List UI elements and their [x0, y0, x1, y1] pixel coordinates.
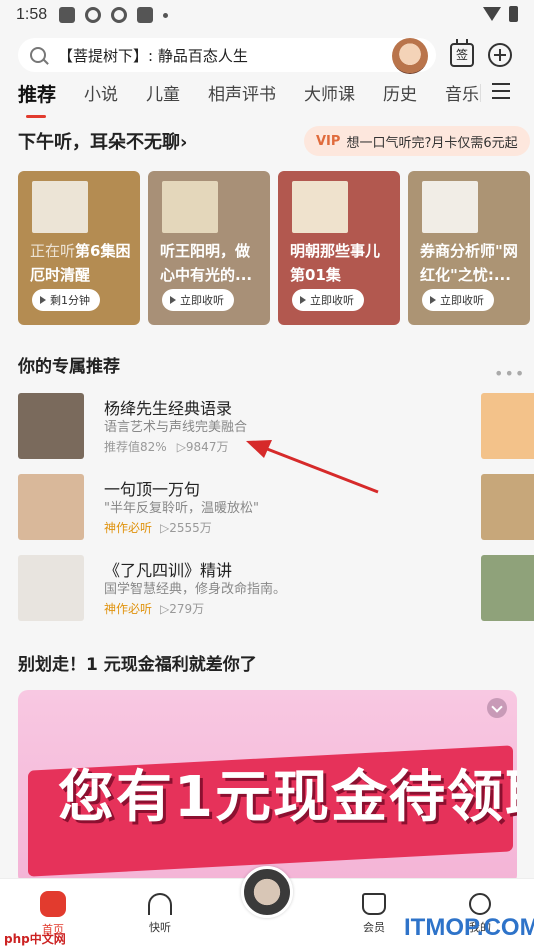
nav-quick-listen[interactable]: 快听 — [130, 891, 190, 935]
annotation-arrow-line — [261, 445, 379, 494]
home-icon — [40, 891, 66, 917]
watermark-right: ITMOP.COM — [404, 914, 534, 941]
promo-text: 您有1元现金待领取 — [58, 765, 517, 830]
user-icon — [469, 893, 491, 915]
crown-icon — [362, 893, 386, 915]
now-playing-button[interactable] — [241, 866, 293, 918]
collapse-icon[interactable] — [487, 698, 507, 718]
watermark-left: php中文网 — [4, 932, 66, 946]
promo-banner[interactable]: 您有1元现金待领取 — [18, 690, 517, 885]
nav-vip[interactable]: 会员 — [344, 891, 404, 935]
headphones-icon — [148, 893, 172, 915]
promo-section-title: 别划走！1 元现金福利就差你了 — [18, 655, 257, 675]
